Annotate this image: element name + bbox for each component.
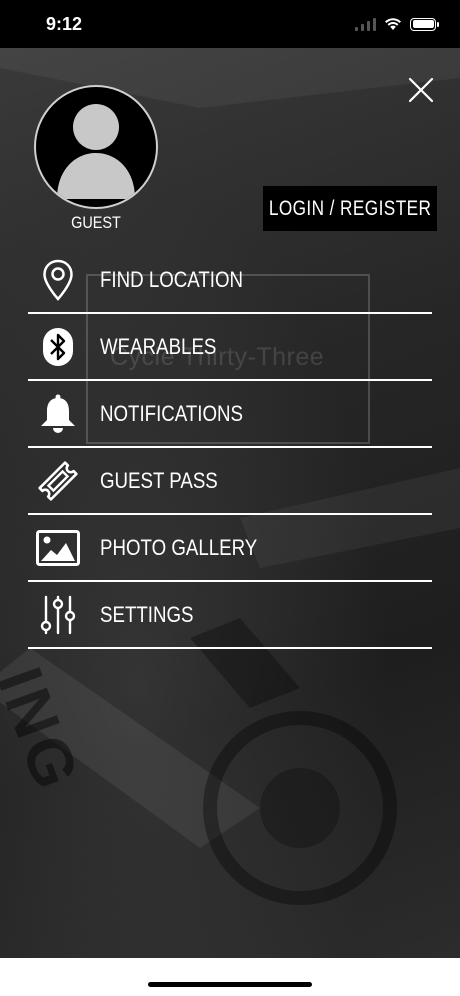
status-bar: 9:12 <box>0 0 460 48</box>
home-indicator[interactable] <box>148 982 312 987</box>
home-indicator-area <box>0 958 460 996</box>
bluetooth-icon <box>36 325 80 369</box>
user-silhouette-icon <box>57 104 135 199</box>
profile-name: GUEST <box>71 213 121 232</box>
bell-icon <box>36 392 80 436</box>
avatar[interactable] <box>34 85 158 209</box>
menu-item-guest-pass[interactable]: GUEST PASS <box>28 448 432 515</box>
login-register-label: LOGIN / REGISTER <box>268 196 432 220</box>
photo-icon <box>36 526 80 570</box>
status-time: 9:12 <box>46 14 83 34</box>
menu-item-label: FIND LOCATION <box>100 266 244 292</box>
menu-item-find-location[interactable]: FIND LOCATION <box>28 247 432 314</box>
ticket-icon <box>36 459 80 503</box>
menu-item-label: WEARABLES <box>100 333 217 359</box>
menu-item-label: PHOTO GALLERY <box>100 534 258 560</box>
menu-item-notifications[interactable]: NOTIFICATIONS <box>28 381 432 448</box>
menu-item-settings[interactable]: SETTINGS <box>28 582 432 649</box>
cellular-signal-icon <box>355 17 376 31</box>
battery-icon <box>410 17 439 31</box>
menu-item-label: GUEST PASS <box>100 467 218 493</box>
menu-item-label: NOTIFICATIONS <box>100 400 244 426</box>
login-register-button[interactable]: LOGIN / REGISTER <box>263 186 437 231</box>
sliders-icon <box>36 593 80 637</box>
wifi-icon <box>385 18 401 30</box>
menu-item-label: SETTINGS <box>100 601 194 627</box>
menu-item-photo-gallery[interactable]: PHOTO GALLERY <box>28 515 432 582</box>
location-pin-icon <box>36 258 80 302</box>
status-icons <box>355 14 439 34</box>
menu-item-wearables[interactable]: WEARABLES <box>28 314 432 381</box>
navigation-menu: FIND LOCATION WEARABLES NOTIFICATIONS GU… <box>28 247 432 649</box>
close-icon[interactable] <box>406 75 436 105</box>
